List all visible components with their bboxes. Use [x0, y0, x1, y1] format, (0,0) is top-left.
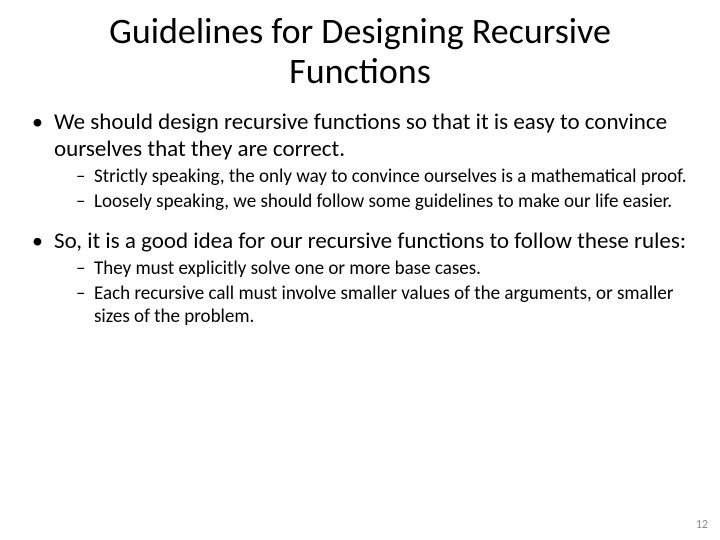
list-item: Loosely speaking, we should follow some … [76, 191, 692, 214]
list-item: We should design recursive functions so … [28, 109, 692, 213]
slide: Guidelines for Designing Recursive Funct… [0, 0, 720, 540]
slide-title: Guidelines for Designing Recursive Funct… [0, 0, 720, 91]
bullet-text: We should design recursive functions so … [54, 108, 667, 162]
bullet-list: We should design recursive functions so … [28, 109, 692, 328]
sub-bullet-list: Strictly speaking, the only way to convi… [54, 166, 692, 214]
slide-body: We should design recursive functions so … [0, 91, 720, 328]
list-item: Strictly speaking, the only way to convi… [76, 166, 692, 189]
list-item: So, it is a good idea for our recursive … [28, 228, 692, 329]
bullet-text: Each recursive call must involve smaller… [94, 282, 674, 328]
bullet-text: They must explicitly solve one or more b… [94, 257, 481, 280]
bullet-text: So, it is a good idea for our recursive … [54, 227, 686, 255]
page-number: 12 [696, 518, 708, 532]
bullet-text: Loosely speaking, we should follow some … [94, 190, 672, 213]
sub-bullet-list: They must explicitly solve one or more b… [54, 258, 692, 328]
list-item: Each recursive call must involve smaller… [76, 283, 692, 329]
list-item: They must explicitly solve one or more b… [76, 258, 692, 281]
bullet-text: Strictly speaking, the only way to convi… [94, 165, 687, 188]
